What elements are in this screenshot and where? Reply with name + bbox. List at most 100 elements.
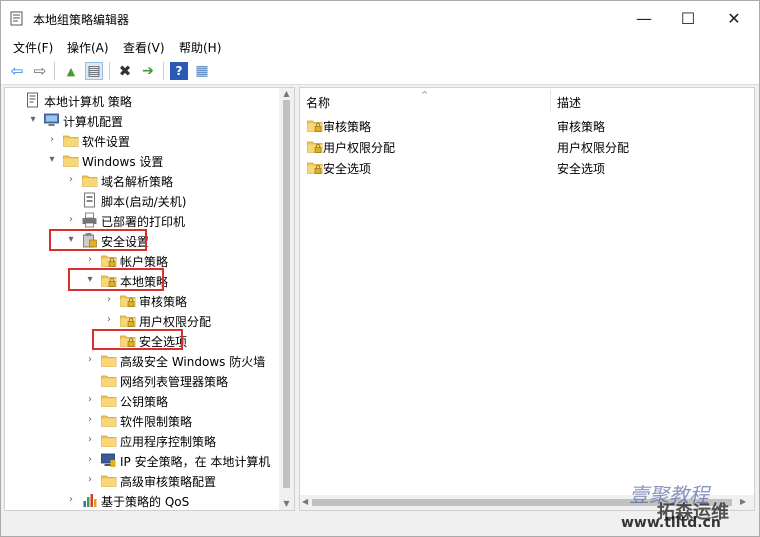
delete-icon[interactable]: ✖ bbox=[116, 62, 134, 80]
menu-file[interactable]: 文件(F) bbox=[13, 39, 53, 56]
tree-item[interactable]: › 用户权限分配 bbox=[5, 310, 277, 330]
folder-icon bbox=[101, 395, 117, 407]
tree-item-label: 计算机配置 bbox=[63, 115, 124, 129]
collapsed-chevron-icon[interactable]: › bbox=[85, 393, 95, 407]
window-title: 本地组策略编辑器 bbox=[33, 13, 130, 27]
list-item[interactable]: 审核策略 审核策略 bbox=[300, 115, 740, 135]
tree-item[interactable]: ▾ 计算机配置 bbox=[5, 110, 277, 130]
tree-item[interactable]: 本地计算机 策略 bbox=[5, 90, 277, 110]
forward-arrow-icon[interactable]: ⇨ bbox=[31, 62, 49, 80]
tree-item[interactable]: 脚本(启动/关机) bbox=[5, 190, 277, 210]
collapsed-chevron-icon[interactable]: › bbox=[104, 313, 114, 327]
column-separator[interactable] bbox=[550, 90, 551, 112]
scroll-left-icon[interactable]: ◀ bbox=[302, 497, 312, 506]
menu-view[interactable]: 查看(V) bbox=[123, 39, 165, 56]
tree-item[interactable]: › 软件设置 bbox=[5, 130, 277, 150]
scroll-up-icon[interactable]: ▲ bbox=[281, 89, 292, 99]
column-header-name[interactable]: 名称 bbox=[306, 88, 330, 114]
tree-item-label: 高级审核策略配置 bbox=[120, 475, 217, 489]
folder-icon bbox=[101, 435, 117, 447]
collapsed-chevron-icon[interactable]: › bbox=[85, 473, 95, 487]
tree-item[interactable]: › IP 安全策略，在 本地计算机 bbox=[5, 450, 277, 470]
toolbar: ⇦ ⇨ ▲ ▤ ✖ ➔ ? ▦ bbox=[1, 57, 759, 85]
folder-icon bbox=[101, 415, 117, 427]
chart-icon bbox=[83, 494, 97, 507]
tree-item-label: 域名解析策略 bbox=[101, 175, 174, 189]
list-item-description: 用户权限分配 bbox=[557, 141, 630, 155]
minimize-button[interactable]: — bbox=[621, 1, 667, 35]
list-item[interactable]: 安全选项 安全选项 bbox=[300, 157, 740, 177]
collapsed-chevron-icon bbox=[85, 373, 95, 387]
list-item[interactable]: 用户权限分配 用户权限分配 bbox=[300, 136, 740, 156]
maximize-icon: ☐ bbox=[680, 8, 696, 28]
column-header-description[interactable]: 描述 bbox=[557, 88, 581, 114]
computer-icon bbox=[44, 113, 59, 126]
tree-item-label: 网络列表管理器策略 bbox=[120, 375, 229, 389]
tree-item-label: 软件设置 bbox=[82, 135, 131, 149]
tree-item[interactable]: ▾ Windows 设置 bbox=[5, 150, 277, 170]
collapsed-chevron-icon[interactable]: › bbox=[104, 293, 114, 307]
tree-item-label: 审核策略 bbox=[139, 295, 188, 309]
script-icon bbox=[84, 192, 95, 208]
collapsed-chevron-icon[interactable]: › bbox=[85, 453, 95, 467]
watermark-url: www.tlltd.cn bbox=[621, 515, 721, 531]
collapsed-chevron-icon[interactable]: › bbox=[85, 413, 95, 427]
expanded-chevron-icon[interactable]: ▾ bbox=[28, 113, 38, 127]
menu-bar: 文件(F) 操作(A) 查看(V) 帮助(H) bbox=[1, 35, 759, 57]
menu-action[interactable]: 操作(A) bbox=[67, 39, 109, 56]
collapsed-chevron-icon[interactable]: › bbox=[85, 433, 95, 447]
console-tree[interactable]: 本地计算机 策略 ▾ 计算机配置 › 软件设置 ▾ Windows 设置 › 域名解析策略 脚本(… bbox=[4, 87, 295, 511]
policy-icon bbox=[27, 92, 38, 108]
tree-item[interactable]: › 审核策略 bbox=[5, 290, 277, 310]
list-item-name: 用户权限分配 bbox=[323, 141, 396, 155]
tree-item[interactable]: › 高级安全 Windows 防火墙 bbox=[5, 350, 277, 370]
toolbar-separator bbox=[163, 62, 164, 80]
tree-item[interactable]: › 域名解析策略 bbox=[5, 170, 277, 190]
close-button[interactable]: ✕ bbox=[711, 1, 757, 35]
ip-security-icon bbox=[101, 453, 116, 467]
tree-item[interactable]: › 已部署的打印机 bbox=[5, 210, 277, 230]
tree-scroll-thumb[interactable] bbox=[283, 100, 290, 488]
scroll-down-icon[interactable]: ▼ bbox=[281, 499, 292, 509]
highlight-box-security-options bbox=[92, 329, 183, 350]
tree-item-label: 基于策略的 QoS bbox=[101, 495, 190, 509]
tree-item[interactable]: › 软件限制策略 bbox=[5, 410, 277, 430]
highlight-box-local-policies bbox=[68, 268, 164, 291]
printer-icon bbox=[82, 212, 97, 228]
folder-icon bbox=[101, 355, 117, 367]
menu-help[interactable]: 帮助(H) bbox=[179, 39, 221, 56]
folder-icon bbox=[63, 135, 79, 147]
folder-lock-icon bbox=[307, 162, 323, 174]
minimize-icon: — bbox=[636, 8, 652, 28]
folder-icon bbox=[63, 155, 79, 167]
collapsed-chevron-icon[interactable]: › bbox=[47, 133, 57, 147]
folder-up-icon[interactable]: ▲ bbox=[62, 62, 80, 80]
export-list-icon[interactable]: ➔ bbox=[139, 62, 157, 80]
expanded-chevron-icon[interactable]: ▾ bbox=[47, 153, 57, 167]
tree-item[interactable]: › 高级审核策略配置 bbox=[5, 470, 277, 490]
tree-item[interactable]: 网络列表管理器策略 bbox=[5, 370, 277, 390]
show-hide-tree-icon[interactable]: ▤ bbox=[85, 62, 103, 80]
details-pane: 名称 ⌃ 描述 审核策略 审核策略 用户权限分配 用户权限分配 安全选项 安全选项 ◀ ▶ bbox=[299, 87, 755, 511]
tree-item[interactable]: › 帐户策略 bbox=[5, 250, 277, 270]
collapsed-chevron-icon[interactable]: › bbox=[66, 493, 76, 507]
list-item-name: 审核策略 bbox=[323, 120, 372, 134]
tree-vertical-scrollbar[interactable]: ▲ ▼ bbox=[279, 88, 294, 510]
properties-icon[interactable]: ▦ bbox=[193, 62, 211, 80]
tree-item[interactable]: › 公钥策略 bbox=[5, 390, 277, 410]
maximize-button[interactable]: ☐ bbox=[665, 1, 711, 35]
tree-item[interactable]: › 应用程序控制策略 bbox=[5, 430, 277, 450]
tree-item-label: 脚本(启动/关机) bbox=[101, 195, 187, 209]
app-icon bbox=[10, 11, 23, 26]
collapsed-chevron-icon[interactable]: › bbox=[85, 253, 95, 267]
help-icon[interactable]: ? bbox=[170, 62, 188, 80]
tree-item-label: 高级安全 Windows 防火墙 bbox=[120, 355, 266, 369]
scroll-right-icon[interactable]: ▶ bbox=[740, 497, 750, 506]
collapsed-chevron-icon[interactable]: › bbox=[66, 173, 76, 187]
back-arrow-icon[interactable]: ⇦ bbox=[8, 62, 26, 80]
collapsed-chevron-icon bbox=[66, 193, 76, 207]
collapsed-chevron-icon[interactable]: › bbox=[66, 213, 76, 227]
folder-lock-icon bbox=[101, 255, 117, 267]
collapsed-chevron-icon[interactable]: › bbox=[85, 353, 95, 367]
tree-item[interactable]: › 基于策略的 QoS bbox=[5, 490, 277, 510]
